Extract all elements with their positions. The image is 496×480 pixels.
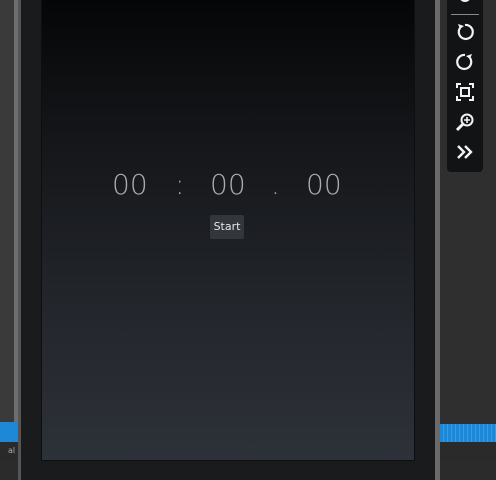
- seconds-value: 00: [210, 168, 246, 201]
- zoom-icon[interactable]: [453, 110, 477, 134]
- screenshot-icon[interactable]: [453, 80, 477, 104]
- bottom-panel-right: [440, 442, 496, 460]
- toolbar-divider: [451, 14, 479, 15]
- rotate-left-icon[interactable]: [453, 20, 477, 44]
- emulator-screen[interactable]: 00 : 00 . 00 Start: [42, 0, 414, 460]
- seconds-separator: .: [271, 168, 280, 201]
- touch-icon[interactable]: [453, 0, 477, 10]
- status-bar: [0, 422, 20, 442]
- hundredths-value: 00: [306, 168, 342, 201]
- minutes-value: 00: [112, 168, 148, 201]
- stopwatch-display: 00 : 00 . 00: [42, 168, 414, 204]
- start-button[interactable]: Start: [210, 215, 244, 239]
- status-text: al: [8, 446, 16, 455]
- more-icon[interactable]: [453, 140, 477, 164]
- ide-left-panel: [0, 0, 14, 460]
- emulator-toolbar: [447, 0, 483, 172]
- status-bar-progress: [440, 424, 496, 442]
- rotate-right-icon[interactable]: [453, 50, 477, 74]
- minutes-separator: :: [175, 168, 185, 201]
